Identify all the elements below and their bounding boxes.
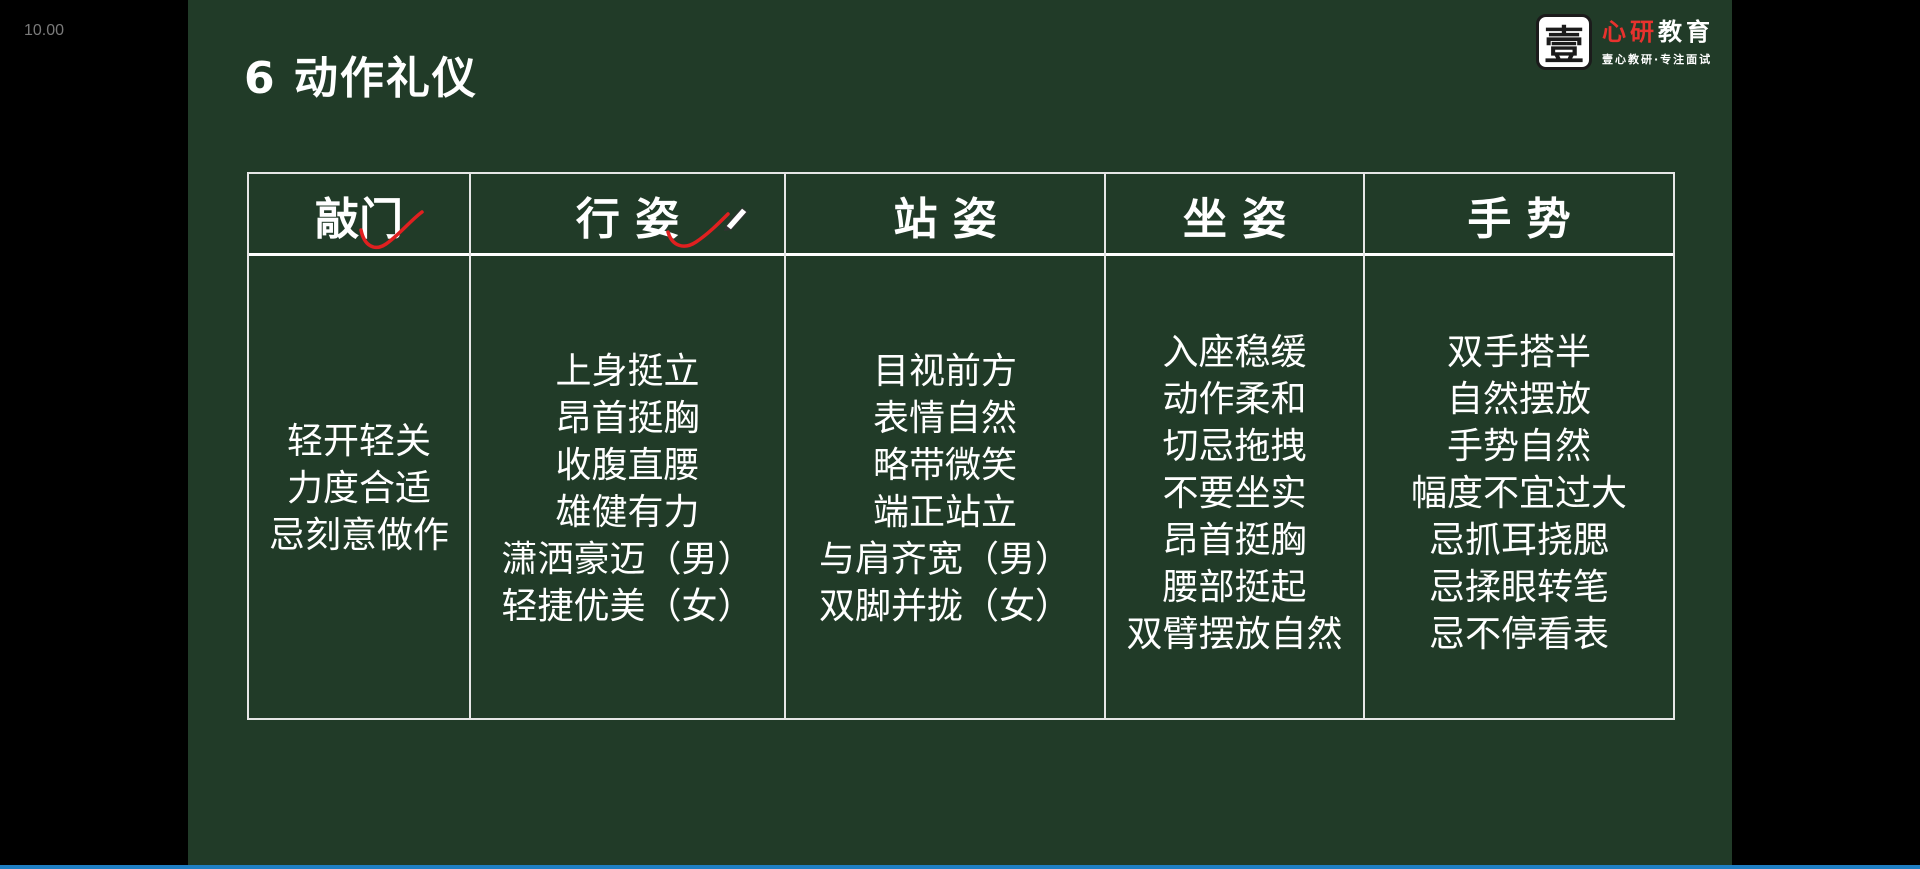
- column-body: 双手搭半 自然摆放 手势自然 幅度不宜过大 忌抓耳挠腮 忌揉眼转笔 忌不停看表: [1365, 259, 1673, 718]
- column-header: 行 姿: [575, 194, 680, 245]
- list-item: 轻捷优美（女）: [501, 585, 754, 627]
- progress-bar: [0, 865, 1920, 869]
- logo-name: 心研教育: [1602, 17, 1714, 47]
- corner-label: 10.00: [24, 22, 65, 39]
- list-item: 入座稳缓: [1162, 332, 1307, 373]
- column-header: 敲门: [315, 194, 403, 245]
- brand-logo: 壹 心研教育 壹心教研·专注面试: [1536, 14, 1714, 70]
- column-header: 手 势: [1467, 194, 1571, 245]
- list-item: 表情自然: [872, 397, 1017, 439]
- logo-text: 心研教育 壹心教研·专注面试: [1602, 17, 1714, 67]
- list-item: 目视前方: [872, 350, 1017, 392]
- list-item: 双手搭半: [1446, 332, 1591, 373]
- list-item: 双臂摆放自然: [1126, 614, 1343, 655]
- logo-name-red: 心研: [1602, 17, 1658, 46]
- list-item: 切忌拖拽: [1162, 426, 1307, 467]
- list-item: 不要坐实: [1162, 473, 1307, 514]
- logo-seal: 壹: [1536, 14, 1592, 70]
- list-item: 力度合适: [286, 468, 431, 509]
- list-item: 手势自然: [1446, 426, 1591, 467]
- column-body: 上身挺立 昂首挺胸 收腹直腰 雄健有力 潇洒豪迈（男） 轻捷优美（女）: [471, 259, 784, 718]
- list-item: 腰部挺起: [1162, 567, 1307, 608]
- logo-name-white: 教育: [1658, 17, 1714, 46]
- etiquette-table: 敲门 轻开轻关 力度合适 忌刻意做作 行 姿 上身挺立 昂首挺胸 收腹直腰 雄健…: [247, 172, 1675, 720]
- list-item: 潇洒豪迈（男）: [501, 538, 754, 580]
- list-item: 轻开轻关: [286, 421, 431, 462]
- list-item: 幅度不宜过大: [1410, 473, 1627, 514]
- slide: 6 动作礼仪 壹 心研教育 壹心教研·专注面试 敲门 轻开轻关 力度合适 忌刻意…: [188, 0, 1732, 865]
- list-item: 忌不停看表: [1428, 614, 1609, 655]
- column-body: 入座稳缓 动作柔和 切忌拖拽 不要坐实 昂首挺胸 腰部挺起 双臂摆放自然: [1106, 259, 1363, 718]
- list-item: 昂首挺胸: [555, 397, 700, 439]
- list-item: 动作柔和: [1162, 379, 1307, 420]
- list-item: 自然摆放: [1446, 379, 1591, 420]
- list-item: 端正站立: [872, 491, 1017, 533]
- list-item: 忌揉眼转笔: [1428, 567, 1609, 608]
- column-header: 站 姿: [893, 194, 997, 245]
- list-item: 雄健有力: [555, 491, 700, 533]
- column-header: 坐 姿: [1182, 194, 1287, 245]
- column-body: 目视前方 表情自然 略带微笑 端正站立 与肩齐宽（男） 双脚并拢（女）: [786, 259, 1104, 718]
- list-item: 与肩齐宽（男）: [818, 538, 1071, 580]
- list-item: 收腹直腰: [555, 444, 700, 486]
- list-item: 忌刻意做作: [268, 515, 449, 556]
- logo-tagline: 壹心教研·专注面试: [1602, 53, 1713, 66]
- table-column-gestures: 手 势 双手搭半 自然摆放 手势自然 幅度不宜过大 忌抓耳挠腮 忌揉眼转笔 忌不…: [1365, 174, 1673, 718]
- list-item: 略带微笑: [872, 444, 1017, 486]
- list-item: 昂首挺胸: [1162, 520, 1307, 561]
- table-column-walking: 行 姿 上身挺立 昂首挺胸 收腹直腰 雄健有力 潇洒豪迈（男） 轻捷优美（女）: [471, 174, 786, 718]
- table-column-standing: 站 姿 目视前方 表情自然 略带微笑 端正站立 与肩齐宽（男） 双脚并拢（女）: [786, 174, 1106, 718]
- list-item: 上身挺立: [555, 350, 700, 392]
- column-body: 轻开轻关 力度合适 忌刻意做作: [249, 259, 469, 718]
- slide-title: 6 动作礼仪: [244, 53, 478, 104]
- list-item: 双脚并拢（女）: [818, 585, 1071, 627]
- list-item: 忌抓耳挠腮: [1428, 520, 1609, 561]
- table-column-knocking: 敲门 轻开轻关 力度合适 忌刻意做作: [249, 174, 471, 718]
- table-column-sitting: 坐 姿 入座稳缓 动作柔和 切忌拖拽 不要坐实 昂首挺胸 腰部挺起 双臂摆放自然: [1106, 174, 1365, 718]
